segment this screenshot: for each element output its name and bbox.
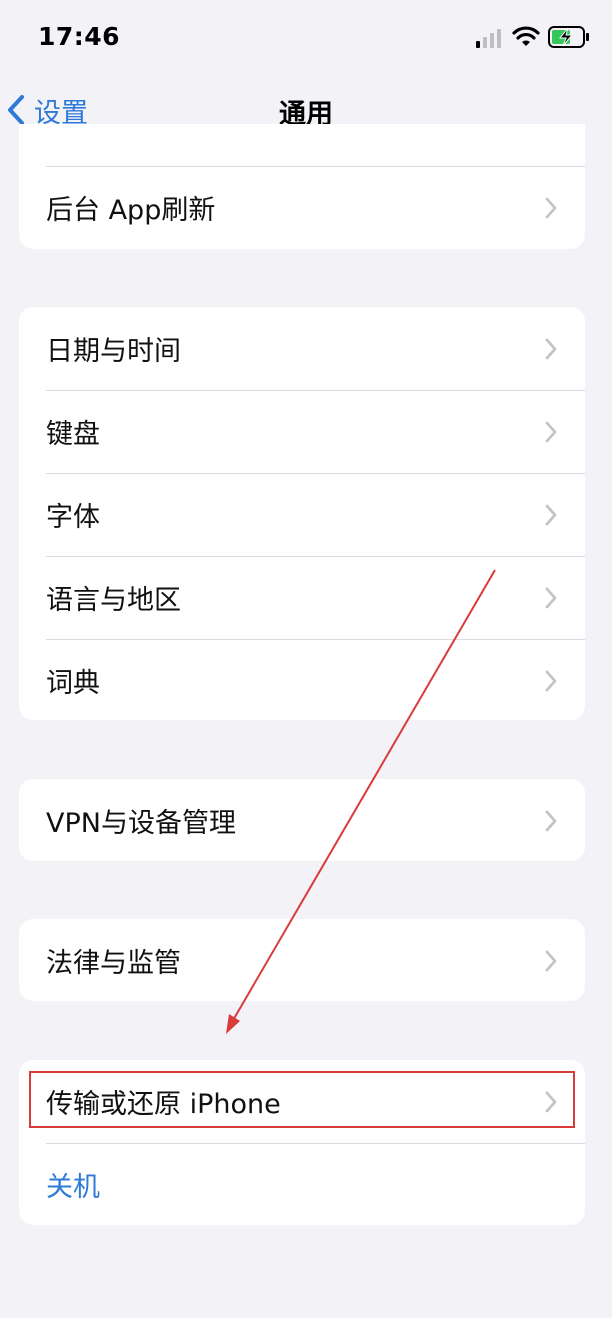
annotation-arrow-icon [226, 569, 496, 1034]
